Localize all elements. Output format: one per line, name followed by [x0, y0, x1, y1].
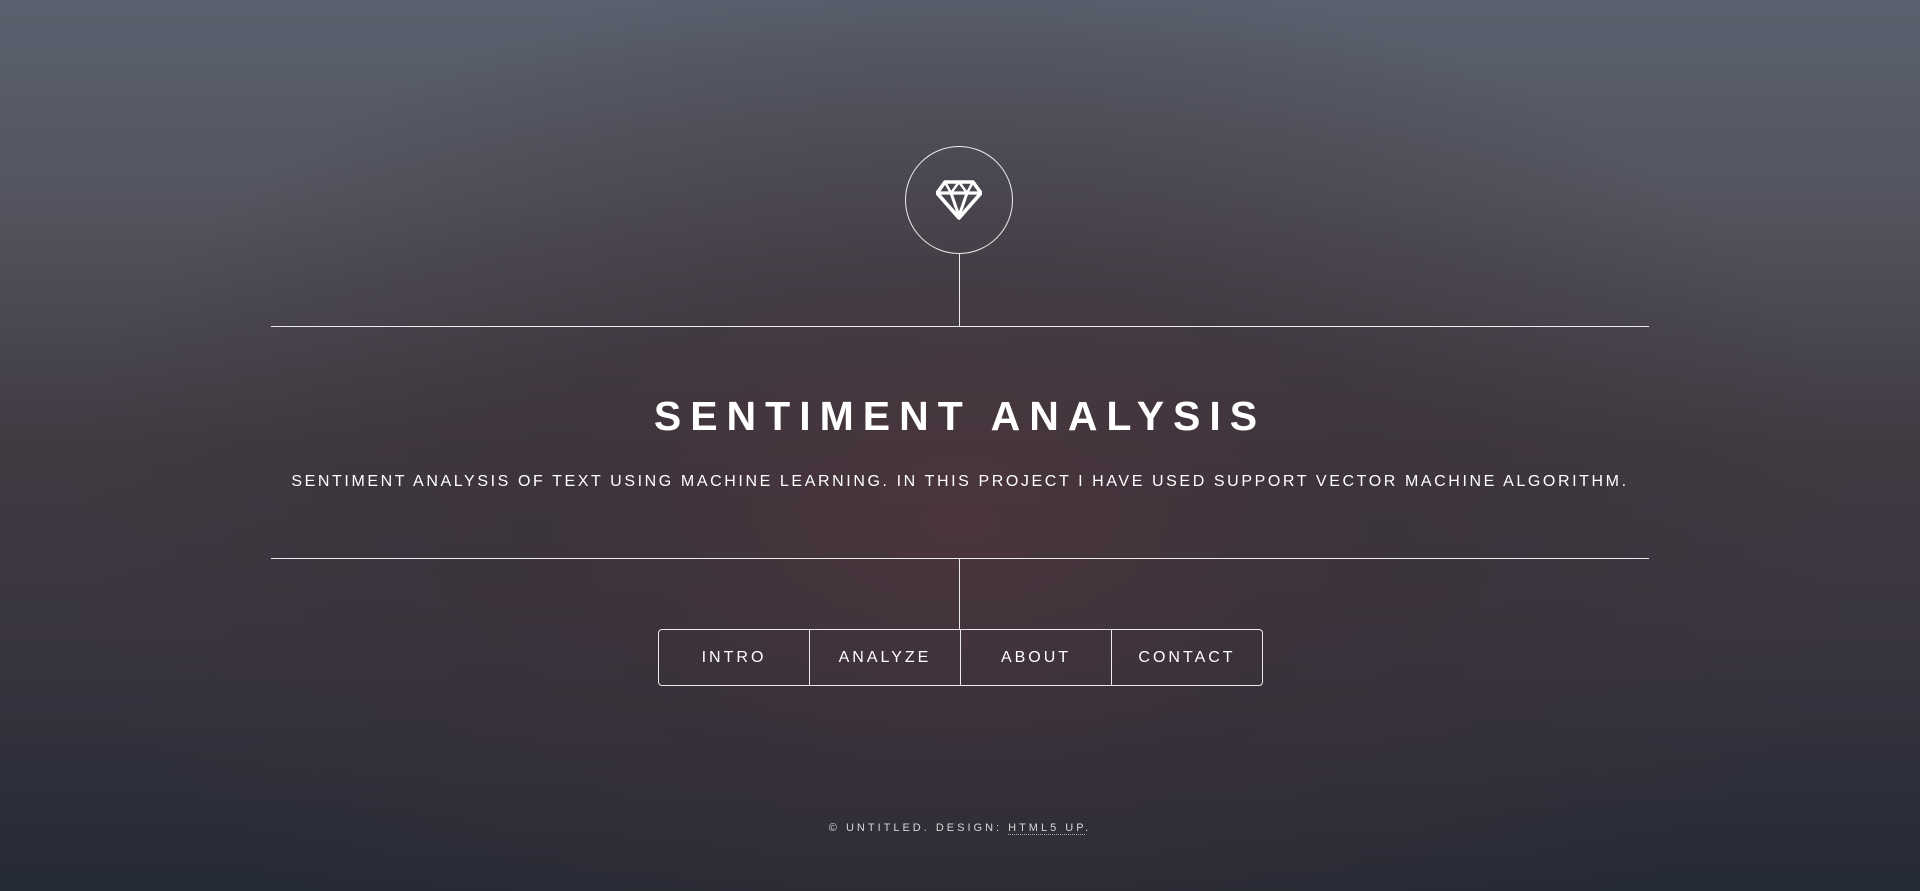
page-title: SENTIMENT ANALYSIS: [653, 393, 1267, 439]
page-subtitle: SENTIMENT ANALYSIS OF TEXT USING MACHINE…: [291, 473, 1629, 490]
footer-trailing: .: [1085, 822, 1092, 834]
main-nav: INTRO ANALYZE ABOUT CONTACT: [658, 629, 1263, 686]
page: SENTIMENT ANALYSIS SENTIMENT ANALYSIS OF…: [0, 0, 1920, 891]
connector-line-top: [959, 254, 960, 326]
nav-item-about[interactable]: ABOUT: [960, 630, 1111, 685]
divider-top: [271, 326, 1649, 327]
divider-bottom: [271, 558, 1649, 559]
footer-copyright: © UNTITLED. DESIGN:: [828, 822, 1009, 834]
nav-item-analyze[interactable]: ANALYZE: [809, 630, 960, 685]
connector-line-bottom: [959, 558, 960, 630]
logo: [905, 146, 1013, 254]
nav-item-contact[interactable]: CONTACT: [1111, 630, 1262, 685]
footer: © UNTITLED. DESIGN: HTML5 UP.: [0, 819, 1920, 837]
diamond-icon: [936, 180, 982, 220]
nav-item-intro[interactable]: INTRO: [659, 630, 809, 685]
footer-design-link[interactable]: HTML5 UP: [1008, 822, 1086, 835]
